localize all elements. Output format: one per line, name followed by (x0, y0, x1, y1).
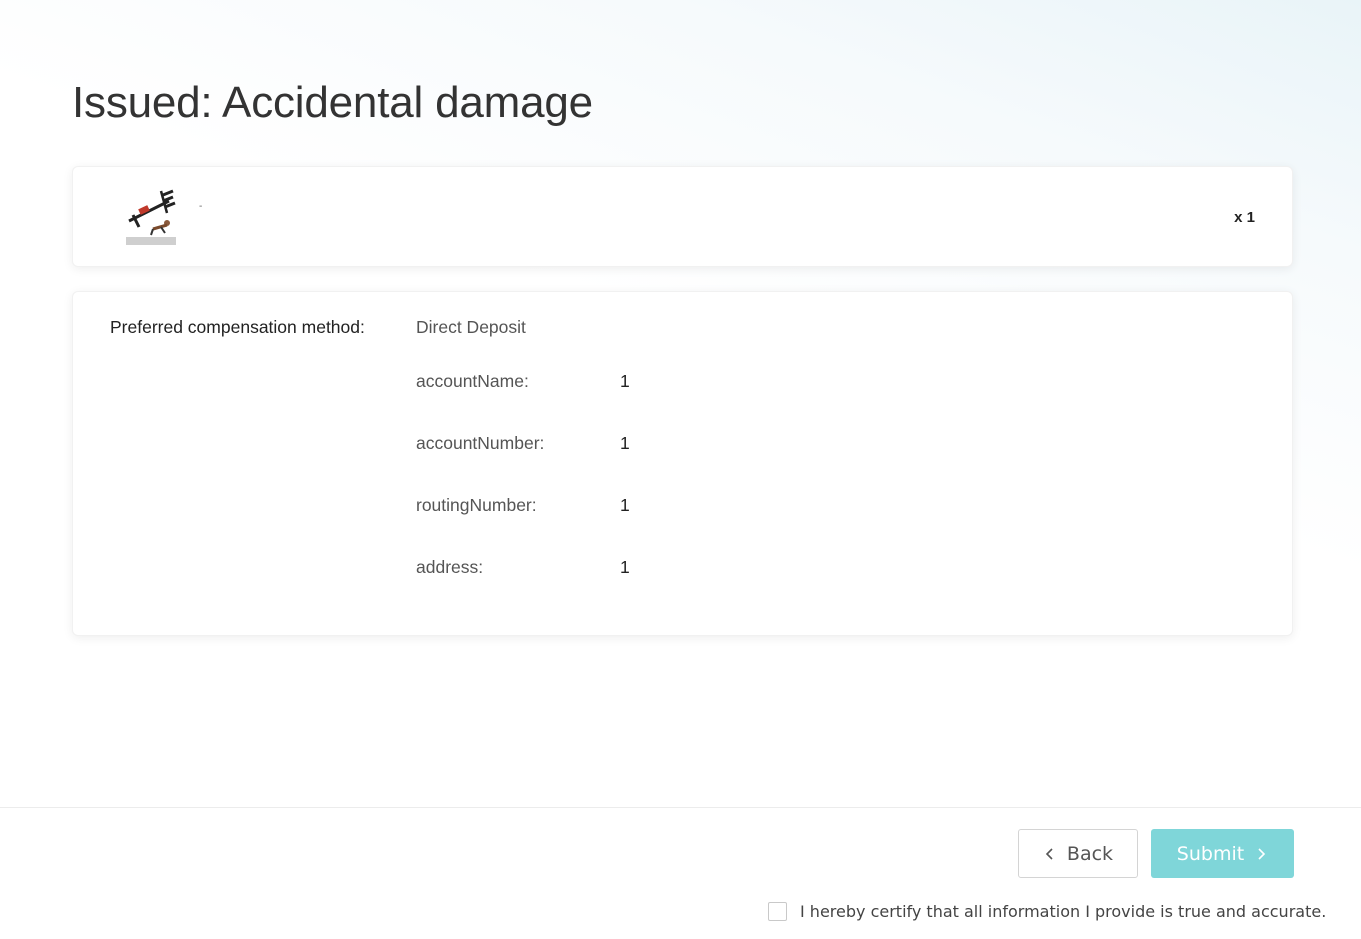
back-button[interactable]: Back (1018, 829, 1138, 878)
quantity-label: x 1 (1234, 209, 1255, 226)
workout-bench-thumbnail-icon (123, 185, 179, 247)
compensation-method-value: Direct Deposit (416, 317, 526, 337)
field-value: 1 (620, 495, 630, 515)
field-row-routing-number: routingNumber: 1 (416, 495, 816, 519)
field-key: address: (416, 557, 484, 577)
field-row-account-name: accountName: 1 (416, 371, 816, 395)
field-value: 1 (620, 557, 630, 577)
field-row-account-number: accountNumber: 1 (416, 433, 816, 457)
chevron-right-icon (1258, 847, 1266, 860)
field-key: accountName: (416, 371, 529, 391)
field-value: 1 (620, 433, 630, 453)
product-name: - (199, 201, 203, 212)
certify-checkbox[interactable] (768, 901, 787, 921)
field-key: routingNumber: (416, 495, 537, 515)
compensation-method-label: Preferred compensation method: (110, 317, 365, 337)
page-title: Issued: Accidental damage (72, 78, 593, 127)
submit-button[interactable]: Submit (1151, 829, 1294, 878)
certify-row: I hereby certify that all information I … (768, 900, 1326, 922)
certify-text: I hereby certify that all information I … (800, 901, 1327, 921)
product-card: - x 1 (72, 166, 1293, 267)
field-row-address: address: 1 (416, 557, 816, 581)
footer-divider (0, 807, 1361, 808)
back-button-label: Back (1066, 842, 1114, 865)
compensation-card: Preferred compensation method: Direct De… (72, 291, 1293, 636)
field-value: 1 (620, 371, 630, 391)
field-key: accountNumber: (416, 433, 545, 453)
chevron-left-icon (1045, 847, 1053, 860)
submit-button-label: Submit (1176, 842, 1245, 865)
